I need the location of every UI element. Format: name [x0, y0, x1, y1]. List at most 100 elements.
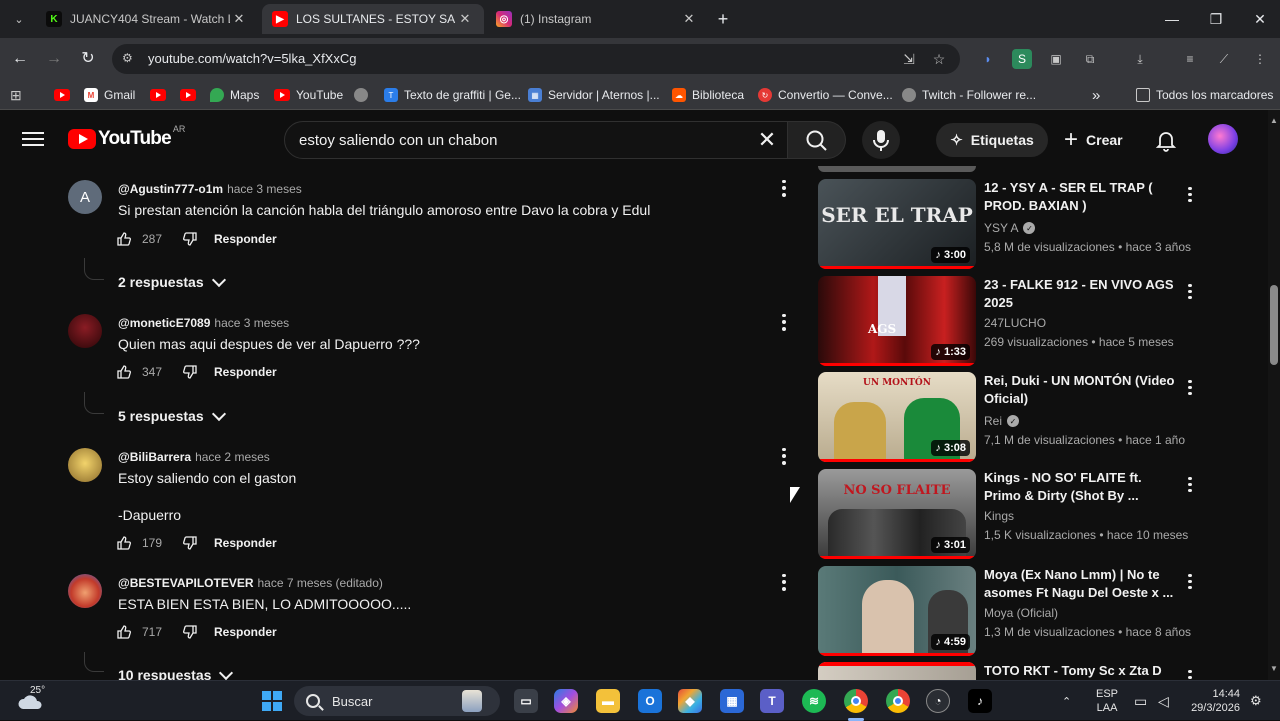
channel-name[interactable]: YSY A — [984, 221, 1018, 235]
dislike-icon[interactable] — [182, 231, 198, 247]
avatar[interactable]: A — [68, 180, 102, 214]
bookmark-gmail[interactable]: M Gmail — [84, 86, 135, 104]
related-video[interactable]: ♪ 4:59 Moya (Ex Nano Lmm) | No te asomes… — [818, 566, 1208, 656]
app-icon[interactable]: ◔ — [926, 689, 950, 713]
site-info-icon[interactable]: ⚙ — [122, 51, 138, 67]
tab-instagram[interactable]: ◎ (1) Instagram ✕ — [486, 4, 708, 34]
reply-button[interactable]: Responder — [214, 365, 277, 379]
video-title[interactable]: Kings - NO SO' FLAITE ft. Primo & Dirty … — [984, 469, 1180, 505]
video-title[interactable]: Moya (Ex Nano Lmm) | No te asomes Ft Nag… — [984, 566, 1180, 602]
new-tab-button[interactable]: + — [712, 8, 734, 30]
clear-search-icon[interactable]: ✕ — [755, 128, 779, 152]
install-app-icon[interactable]: ⇲ — [900, 50, 918, 68]
reply-button[interactable]: Responder — [214, 625, 277, 639]
tab-kick[interactable]: K JUANCY404 Stream - Watch Live ✕ — [36, 4, 258, 34]
related-video[interactable]: AGS ♪ 1:33 23 - FALKE 912 - EN VIVO AGS … — [818, 276, 1208, 366]
bookmark-youtube-3[interactable] — [180, 86, 202, 104]
bookmark-maps[interactable]: Maps — [210, 86, 259, 104]
translate-extension-icon[interactable]: ◗ — [978, 49, 998, 69]
forward-button[interactable]: → — [42, 47, 66, 71]
outlook-icon[interactable]: O — [638, 689, 662, 713]
video-more-options-icon[interactable] — [1186, 572, 1194, 590]
profile-avatar-icon[interactable]: ⟋ — [1214, 49, 1234, 69]
bookmark-convertio[interactable]: ↻ Convertio — Conve... — [758, 86, 893, 104]
notification-center-icon[interactable]: ⚙ — [1250, 681, 1262, 721]
scroll-down-icon[interactable]: ▼ — [1270, 664, 1278, 673]
related-video[interactable]: SER EL TRAP ♪ 3:00 12 - YSY A - SER EL T… — [818, 179, 1208, 269]
comment-author[interactable]: @BESTEVAPILOTEVER — [118, 576, 254, 590]
bookmark-youtube-1[interactable] — [54, 86, 76, 104]
dislike-icon[interactable] — [182, 535, 198, 551]
bookmark-youtube-2[interactable] — [150, 86, 172, 104]
comment-author[interactable]: @BiliBarrera — [118, 450, 191, 464]
dislike-icon[interactable] — [182, 364, 198, 380]
media-control-icon[interactable]: ≡ — [1180, 49, 1200, 69]
video-title[interactable]: 12 - YSY A - SER EL TRAP ( PROD. BAXIAN … — [984, 179, 1180, 215]
search-box[interactable]: estoy saliendo con un chabon ✕ — [284, 121, 788, 159]
bookmark-aternos[interactable]: ▦ Servidor | Aternos |... — [528, 86, 660, 104]
network-icon[interactable]: ▭ — [1134, 681, 1147, 721]
extension-icon[interactable]: ▣ — [1046, 49, 1066, 69]
video-thumbnail[interactable]: ♪ 4:59 — [818, 566, 976, 656]
avatar[interactable] — [68, 574, 102, 608]
comment-more-options-icon[interactable] — [776, 312, 792, 332]
microsoft-store-icon[interactable]: ▦ — [720, 689, 744, 713]
like-icon[interactable] — [116, 231, 132, 247]
tiktok-icon[interactable]: ♪ — [968, 689, 992, 713]
comment-more-options-icon[interactable] — [776, 446, 792, 466]
create-button[interactable]: + Crear — [1064, 123, 1123, 157]
tab-youtube[interactable]: ▶ LOS SULTANES - ESTOY SALIENDO ✕ — [262, 4, 484, 34]
comment-time[interactable]: hace 3 meses — [214, 316, 289, 330]
video-thumbnail[interactable]: UN MONTÓN ♪ 3:08 — [818, 372, 976, 462]
channel-name[interactable]: Kings — [984, 509, 1014, 523]
bookmark-star-icon[interactable]: ☆ — [930, 50, 948, 68]
comment-time[interactable]: hace 3 meses — [227, 182, 302, 196]
account-avatar[interactable] — [1208, 124, 1238, 154]
clock[interactable]: 14:44 29/3/2026 — [1188, 681, 1240, 721]
windows-start-icon[interactable] — [260, 689, 284, 713]
video-more-options-icon[interactable] — [1186, 282, 1194, 300]
microsoft-365-icon[interactable]: ◆ — [678, 689, 702, 713]
back-button[interactable]: ← — [8, 47, 32, 71]
extensions-puzzle-icon[interactable]: ⧉ — [1080, 49, 1100, 69]
reply-button[interactable]: Responder — [214, 232, 277, 246]
like-icon[interactable] — [116, 624, 132, 640]
scroll-up-icon[interactable]: ▲ — [1270, 116, 1278, 125]
bookmark-biblioteca[interactable]: ☁ Biblioteca — [672, 86, 744, 104]
comment-time[interactable]: hace 2 meses — [195, 450, 270, 464]
like-icon[interactable] — [116, 535, 132, 551]
address-bar[interactable]: ⚙ youtube.com/watch?v=5lka_XfXxCg ⇲ ☆ — [112, 44, 960, 74]
bookmarks-overflow-button[interactable]: » — [1092, 86, 1100, 104]
tags-button[interactable]: ✧ Etiquetas — [936, 123, 1048, 157]
video-thumbnail[interactable]: AGS ♪ 1:33 — [818, 276, 976, 366]
comment-author[interactable]: @moneticE7089 — [118, 316, 210, 330]
tray-overflow-icon[interactable]: ⌃ — [1062, 681, 1071, 721]
related-video[interactable]: TOTO RKT - Tomy Sc x Zta D — [818, 662, 1208, 680]
spotify-icon[interactable]: ≋ — [802, 689, 826, 713]
teams-icon[interactable]: T — [760, 689, 784, 713]
downloads-icon[interactable]: ⤓ — [1130, 49, 1150, 69]
comment-more-options-icon[interactable] — [776, 572, 792, 592]
channel-name[interactable]: Rei — [984, 414, 1002, 428]
tab-search-button[interactable]: ⌄ — [6, 6, 32, 32]
related-video[interactable]: NO SO FLAITE ♪ 3:01 Kings - NO SO' FLAIT… — [818, 469, 1208, 559]
bookmark-graffiti[interactable]: T Texto de graffiti | Ge... — [384, 86, 521, 104]
notifications-bell-icon[interactable] — [1154, 128, 1178, 152]
channel-name[interactable]: Moya (Oficial) — [984, 606, 1058, 620]
all-bookmarks-button[interactable]: Todos los marcadores — [1136, 86, 1273, 104]
show-replies-button[interactable]: 5 respuestas — [118, 406, 226, 424]
avatar[interactable] — [68, 314, 102, 348]
dislike-icon[interactable] — [182, 624, 198, 640]
close-tab-icon[interactable]: ✕ — [456, 11, 474, 27]
maximize-button[interactable]: ❐ — [1194, 0, 1238, 38]
weather-widget[interactable]: 25° — [16, 685, 46, 715]
channel-name[interactable]: 247LUCHO — [984, 316, 1046, 330]
video-more-options-icon[interactable] — [1186, 475, 1194, 493]
bookmark-youtube-4[interactable]: YouTube — [274, 86, 343, 104]
taskbar-search[interactable]: Buscar — [294, 686, 500, 716]
video-more-options-icon[interactable] — [1186, 185, 1194, 203]
url-text[interactable]: youtube.com/watch?v=5lka_XfXxCg — [148, 51, 356, 66]
volume-icon[interactable]: ◁ — [1158, 681, 1169, 721]
avatar[interactable] — [68, 448, 102, 482]
copilot-icon[interactable]: ◈ — [554, 689, 578, 713]
